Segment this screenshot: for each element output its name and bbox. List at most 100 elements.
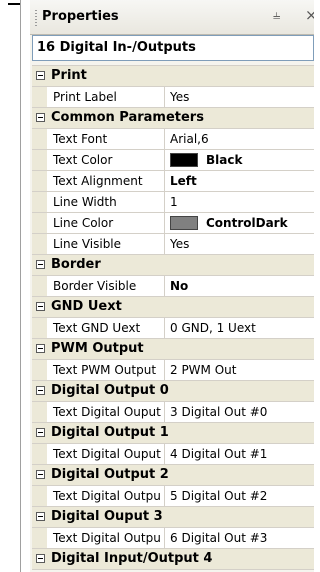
property-value[interactable]: Left — [166, 171, 314, 191]
left-dock-strip — [0, 0, 22, 572]
property-name[interactable]: Text Digital Outpu — [47, 528, 165, 548]
row-margin — [32, 276, 47, 296]
row-margin — [32, 150, 47, 170]
property-name[interactable]: Line Width — [47, 192, 165, 212]
property-value-text: Yes — [170, 90, 190, 104]
property-value-text: No — [170, 279, 189, 293]
property-row[interactable]: Text Color Black — [32, 150, 314, 171]
collapse-icon[interactable] — [36, 113, 45, 122]
collapse-icon[interactable] — [36, 428, 45, 437]
collapse-icon[interactable] — [36, 470, 45, 479]
row-margin — [32, 213, 47, 233]
category-label: Digital Output 2 — [51, 467, 169, 482]
row-margin — [32, 402, 47, 422]
property-value[interactable]: Arial,6 — [166, 129, 314, 149]
category-digital-ouput-3[interactable]: Digital Ouput 3 — [32, 507, 314, 528]
collapse-icon[interactable] — [36, 260, 45, 269]
property-name[interactable]: Text PWM Output — [47, 360, 165, 380]
category-gnd-uext[interactable]: GND Uext — [32, 297, 314, 318]
property-value-text: ControlDark — [206, 216, 288, 230]
property-name[interactable]: Text Digital Ouput — [47, 444, 165, 464]
property-name[interactable]: Line Visible — [47, 234, 165, 254]
property-value-text: 0 GND, 1 Uext — [170, 321, 256, 335]
row-margin — [32, 486, 47, 506]
property-value[interactable]: 6 Digital Out #3 — [166, 528, 314, 548]
row-margin — [32, 234, 47, 254]
close-icon[interactable]: × — [305, 6, 314, 24]
property-row[interactable]: Print Label Yes — [32, 87, 314, 108]
property-grid: Print Print Label Yes Common Parameters Text… — [32, 65, 314, 570]
property-value[interactable]: Black — [166, 150, 314, 170]
object-name: 16 Digital In-/Outputs — [37, 40, 196, 55]
properties-panel: Properties ⫨ × 16 Digital In-/Outputs Pr… — [30, 0, 314, 572]
property-value[interactable]: 3 Digital Out #0 — [166, 402, 314, 422]
row-margin — [32, 192, 47, 212]
row-margin — [32, 528, 47, 548]
property-name[interactable]: Text Alignment — [47, 171, 165, 191]
property-value[interactable]: 1 — [166, 192, 314, 212]
property-value[interactable]: 5 Digital Out #2 — [166, 486, 314, 506]
collapse-icon[interactable] — [36, 386, 45, 395]
property-value-text: 5 Digital Out #2 — [170, 489, 268, 503]
row-margin — [32, 87, 47, 107]
row-margin — [32, 360, 47, 380]
property-row[interactable]: Border Visible No — [32, 276, 314, 297]
property-name[interactable]: Text Color — [47, 150, 165, 170]
property-value-text: 6 Digital Out #3 — [170, 531, 268, 545]
collapse-icon[interactable] — [36, 71, 45, 80]
property-row[interactable]: Text PWM Output 2 PWM Out — [32, 360, 314, 381]
category-label: Print — [51, 68, 87, 83]
property-row[interactable]: Line Visible Yes — [32, 234, 314, 255]
row-margin — [32, 444, 47, 464]
property-name[interactable]: Text Font — [47, 129, 165, 149]
panel-title: Properties — [42, 9, 119, 24]
property-row[interactable]: Text GND Uext 0 GND, 1 Uext — [32, 318, 314, 339]
property-name[interactable]: Border Visible — [47, 276, 165, 296]
collapse-icon[interactable] — [36, 554, 45, 563]
collapse-icon[interactable] — [36, 344, 45, 353]
property-row[interactable]: Text Alignment Left — [32, 171, 314, 192]
category-digital-output-0[interactable]: Digital Output 0 — [32, 381, 314, 402]
row-margin — [32, 129, 47, 149]
property-value[interactable]: No — [166, 276, 314, 296]
object-selector[interactable]: 16 Digital In-/Outputs — [32, 35, 314, 61]
property-row[interactable]: Text Digital Outpu 5 Digital Out #2 — [32, 486, 314, 507]
color-swatch — [170, 152, 198, 167]
property-value[interactable]: Yes — [166, 234, 314, 254]
property-name[interactable]: Text Digital Ouput — [47, 402, 165, 422]
property-row[interactable]: Text Digital Ouput 3 Digital Out #0 — [32, 402, 314, 423]
category-digital-output-2[interactable]: Digital Output 2 — [32, 465, 314, 486]
property-name[interactable]: Print Label — [47, 87, 165, 107]
property-name[interactable]: Text Digital Outpu — [47, 486, 165, 506]
property-value-text: 2 PWM Out — [170, 363, 237, 377]
category-print[interactable]: Print — [32, 66, 314, 87]
property-row[interactable]: Line Color ControlDark — [32, 213, 314, 234]
property-name[interactable]: Text GND Uext — [47, 318, 165, 338]
property-name[interactable]: Line Color — [47, 213, 165, 233]
property-value-text: Arial,6 — [170, 132, 209, 146]
property-row[interactable]: Text Digital Ouput 4 Digital Out #1 — [32, 444, 314, 465]
drag-grip-icon[interactable] — [35, 10, 37, 26]
dock-edge — [20, 0, 21, 572]
property-value[interactable]: 0 GND, 1 Uext — [166, 318, 314, 338]
property-value-text: 1 — [170, 195, 178, 209]
category-border[interactable]: Border — [32, 255, 314, 276]
property-value[interactable]: 2 PWM Out — [166, 360, 314, 380]
collapse-icon[interactable] — [36, 512, 45, 521]
category-label: GND Uext — [51, 299, 122, 314]
pin-icon[interactable]: ⫨ — [273, 8, 280, 23]
category-label: Border — [51, 257, 101, 272]
collapse-icon[interactable] — [36, 302, 45, 311]
property-row[interactable]: Line Width 1 — [32, 192, 314, 213]
category-digital-input-output-4[interactable]: Digital Input/Output 4 — [32, 549, 314, 570]
row-margin — [32, 318, 47, 338]
property-row[interactable]: Text Font Arial,6 — [32, 129, 314, 150]
property-row[interactable]: Text Digital Outpu 6 Digital Out #3 — [32, 528, 314, 549]
property-value[interactable]: Yes — [166, 87, 314, 107]
category-digital-output-1[interactable]: Digital Output 1 — [32, 423, 314, 444]
category-pwm-output[interactable]: PWM Output — [32, 339, 314, 360]
property-value[interactable]: 4 Digital Out #1 — [166, 444, 314, 464]
category-common-parameters[interactable]: Common Parameters — [32, 108, 314, 129]
property-value[interactable]: ControlDark — [166, 213, 314, 233]
panel-header[interactable]: Properties ⫨ × — [30, 0, 314, 35]
